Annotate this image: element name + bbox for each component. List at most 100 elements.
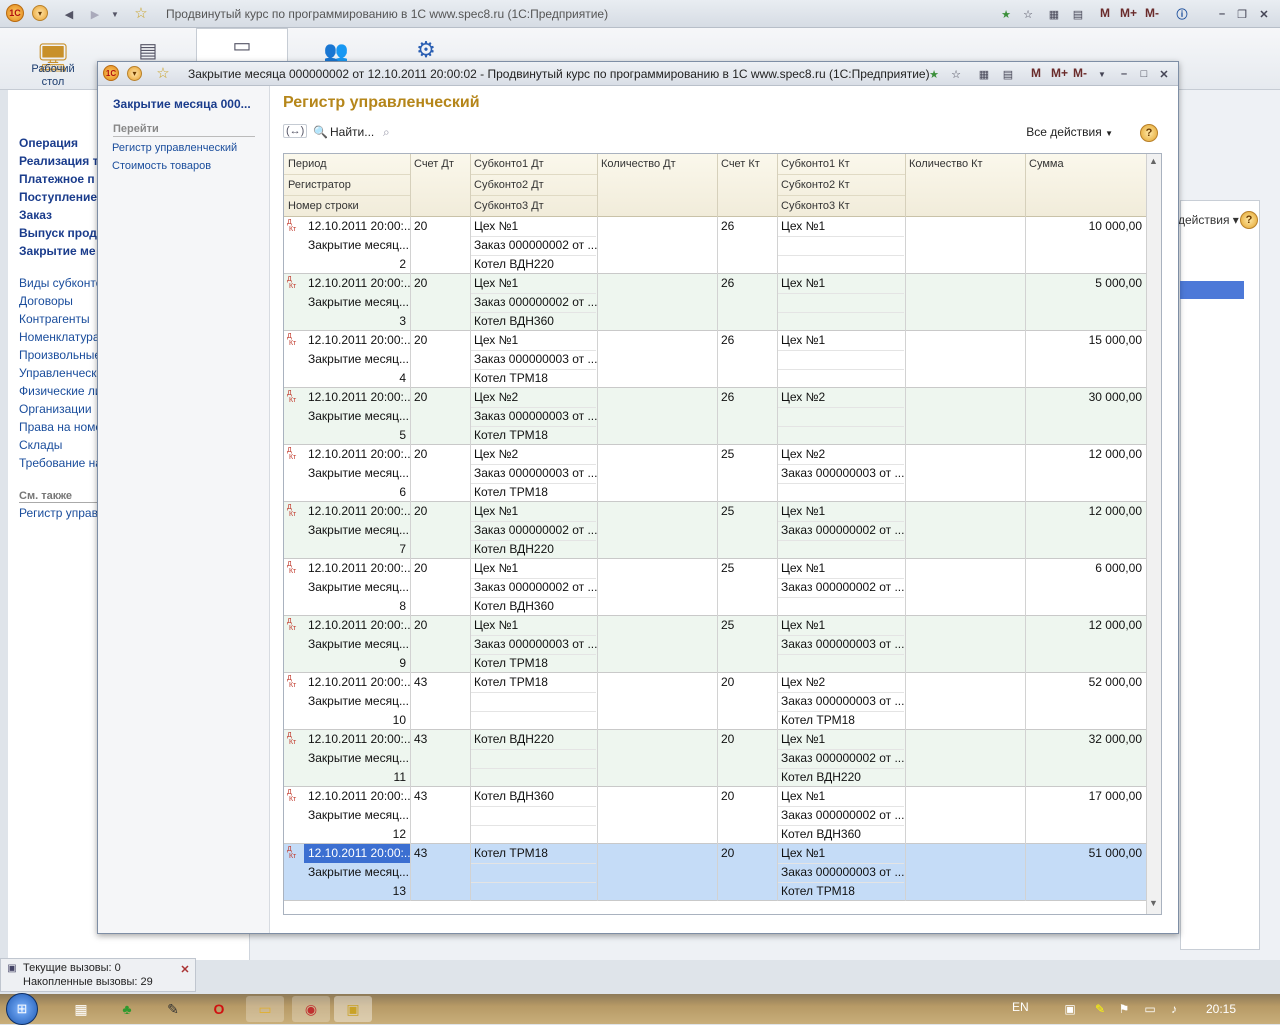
header-subconto2-kt[interactable]: Субконто2 Кт: [777, 175, 905, 196]
nav-item-realization[interactable]: Реализация т: [19, 154, 107, 168]
find-button[interactable]: Найти...: [330, 125, 374, 139]
language-indicator[interactable]: EN: [1012, 1000, 1029, 1014]
tray-flag-icon[interactable]: ⚑: [1112, 996, 1136, 1022]
header-subconto3-dt[interactable]: Субконто3 Дт: [470, 196, 597, 217]
cell-sub2-kt[interactable]: Заказ 000000002 от ...: [777, 749, 905, 768]
dialog-calendar-icon[interactable]: ▤: [1000, 66, 1016, 82]
cell-acc-kt[interactable]: 25: [717, 502, 777, 521]
nav-item-individuals[interactable]: Физические ли: [19, 384, 99, 398]
cell-sub3-kt[interactable]: [777, 654, 905, 673]
cell-acc-dt[interactable]: 43: [410, 844, 470, 863]
cell-sum[interactable]: 5 000,00: [1025, 274, 1146, 293]
tray-network-icon[interactable]: ▣: [1056, 996, 1084, 1022]
table-row[interactable]: Д Кт 12.10.2011 20:00:... Закрытие месяц..…: [284, 673, 1146, 730]
taskbar-1c-icon[interactable]: ▣: [334, 996, 372, 1022]
taskbar-app1-icon[interactable]: ▦: [62, 996, 100, 1022]
taskbar-chrome-icon[interactable]: ◉: [292, 996, 330, 1022]
cell-sub1-dt[interactable]: Цех №2: [470, 445, 597, 464]
cell-registrar[interactable]: Закрытие месяц...: [284, 863, 410, 882]
cell-sub2-dt[interactable]: [470, 863, 597, 882]
cell-sub2-kt[interactable]: Заказ 000000002 от ...: [777, 578, 905, 597]
cell-sub3-kt[interactable]: [777, 483, 905, 502]
dialog-close-icon[interactable]: ✕: [1156, 66, 1172, 82]
dialog-maximize-icon[interactable]: □: [1136, 66, 1152, 82]
cell-sum[interactable]: 10 000,00: [1025, 217, 1146, 236]
cell-sum[interactable]: 32 000,00: [1025, 730, 1146, 749]
favorites-list-icon[interactable]: ☆: [1020, 6, 1036, 22]
cell-sub2-kt[interactable]: Заказ 000000003 от ...: [777, 863, 905, 882]
nav-item-month-close[interactable]: Закрытие ме: [19, 244, 107, 258]
cell-sub3-dt[interactable]: [470, 768, 597, 787]
dialog-favorites-icon[interactable]: ☆: [948, 66, 964, 82]
nav-item-nomenclature-rights[interactable]: Права на номен: [19, 420, 99, 434]
header-quantity-dt[interactable]: Количество Дт: [597, 154, 717, 175]
cell-sub3-kt[interactable]: Котел ВДН360: [777, 825, 905, 844]
dialog-options-dropdown-icon[interactable]: ▼: [1094, 66, 1110, 82]
document-link[interactable]: Закрытие месяца 000...: [113, 97, 251, 111]
nav-item-contracts[interactable]: Договоры: [19, 294, 99, 308]
dialog-menu-dropdown-icon[interactable]: ▾: [127, 66, 142, 81]
background-selected-row[interactable]: [1180, 281, 1244, 299]
cell-acc-kt[interactable]: 26: [717, 217, 777, 236]
cell-line[interactable]: 10: [284, 711, 410, 730]
cell-sub3-dt[interactable]: Котел ТРМ18: [470, 654, 597, 673]
cell-sub1-dt[interactable]: Цех №1: [470, 616, 597, 635]
cell-sub2-kt[interactable]: [777, 293, 905, 312]
memory-m-button[interactable]: M: [1100, 6, 1110, 20]
cell-line[interactable]: 3: [284, 312, 410, 331]
cell-sum[interactable]: 30 000,00: [1025, 388, 1146, 407]
cancel-search-icon[interactable]: ⌕: [383, 125, 390, 140]
history-dropdown-icon[interactable]: ▼: [108, 5, 122, 23]
tray-monitor-icon[interactable]: ▭: [1138, 996, 1162, 1022]
cell-acc-dt[interactable]: 20: [410, 331, 470, 350]
cell-sub3-dt[interactable]: Котел ТРМ18: [470, 369, 597, 388]
cell-sub3-kt[interactable]: [777, 312, 905, 331]
cell-sub1-kt[interactable]: Цех №1: [777, 616, 905, 635]
cell-sub3-kt[interactable]: [777, 255, 905, 274]
desktop-section-label[interactable]: Рабочий стол: [20, 63, 86, 89]
cell-period[interactable]: 12.10.2011 20:00:...: [304, 844, 410, 863]
nav-item-nomenclature[interactable]: Номенклатура: [19, 330, 99, 344]
cell-acc-kt[interactable]: 26: [717, 274, 777, 293]
header-registrar[interactable]: Регистратор: [284, 175, 410, 196]
cell-sub2-dt[interactable]: Заказ 000000003 от ...: [470, 635, 597, 654]
cell-sub1-kt[interactable]: Цех №1: [777, 730, 905, 749]
cell-sub1-kt[interactable]: Цех №1: [777, 502, 905, 521]
cell-registrar[interactable]: Закрытие месяц...: [284, 350, 410, 369]
nav-item-requirement[interactable]: Требование на: [19, 456, 99, 470]
dialog-memory-m-button[interactable]: M: [1031, 66, 1041, 80]
cell-sub3-kt[interactable]: Котел ВДН220: [777, 768, 905, 787]
cell-registrar[interactable]: Закрытие месяц...: [284, 692, 410, 711]
main-menu-dropdown-icon[interactable]: ▾: [32, 5, 48, 21]
cell-sub1-kt[interactable]: Цех №2: [777, 445, 905, 464]
cell-sub3-dt[interactable]: [470, 825, 597, 844]
cell-sum[interactable]: 12 000,00: [1025, 445, 1146, 464]
output-list-icon[interactable]: (↔): [283, 124, 308, 138]
start-button-icon[interactable]: ⊞: [6, 993, 38, 1025]
table-row[interactable]: Д Кт 12.10.2011 20:00:... Закрытие месяц..…: [284, 787, 1146, 844]
taskbar-app3-icon[interactable]: ✎: [154, 996, 192, 1022]
header-period[interactable]: Период: [284, 154, 410, 175]
calculator-icon[interactable]: ▦: [1046, 6, 1062, 22]
cell-sub2-dt[interactable]: Заказ 000000002 от ...: [470, 236, 597, 255]
cell-sub1-kt[interactable]: Цех №1: [777, 787, 905, 806]
nav-item-receipt[interactable]: Поступление: [19, 190, 107, 204]
nav-item-warehouses[interactable]: Склады: [19, 438, 99, 452]
cell-sub2-dt[interactable]: [470, 749, 597, 768]
dialog-1c-logo-icon[interactable]: 1С: [103, 65, 119, 81]
1c-logo-icon[interactable]: 1С: [6, 4, 24, 22]
all-actions-button[interactable]: Все действия ▼: [1026, 125, 1113, 139]
cell-sub1-dt[interactable]: Котел ВДН220: [470, 730, 597, 749]
cell-sub1-dt[interactable]: Цех №2: [470, 388, 597, 407]
memory-mplus-button[interactable]: M+: [1120, 6, 1137, 20]
table-vertical-scrollbar[interactable]: ▲ ▼: [1146, 154, 1161, 914]
cell-acc-kt[interactable]: 25: [717, 616, 777, 635]
close-calls-panel-icon[interactable]: ✕: [179, 963, 191, 976]
scroll-down-arrow-icon[interactable]: ▼: [1149, 898, 1158, 908]
nav-item-order[interactable]: Заказ: [19, 208, 107, 222]
cell-period[interactable]: 12.10.2011 20:00:...: [304, 274, 410, 293]
dialog-add-favorite-icon[interactable]: ★: [926, 66, 942, 82]
cell-acc-kt[interactable]: 20: [717, 730, 777, 749]
cell-acc-dt[interactable]: 43: [410, 730, 470, 749]
cell-sub2-kt[interactable]: Заказ 000000003 от ...: [777, 635, 905, 654]
